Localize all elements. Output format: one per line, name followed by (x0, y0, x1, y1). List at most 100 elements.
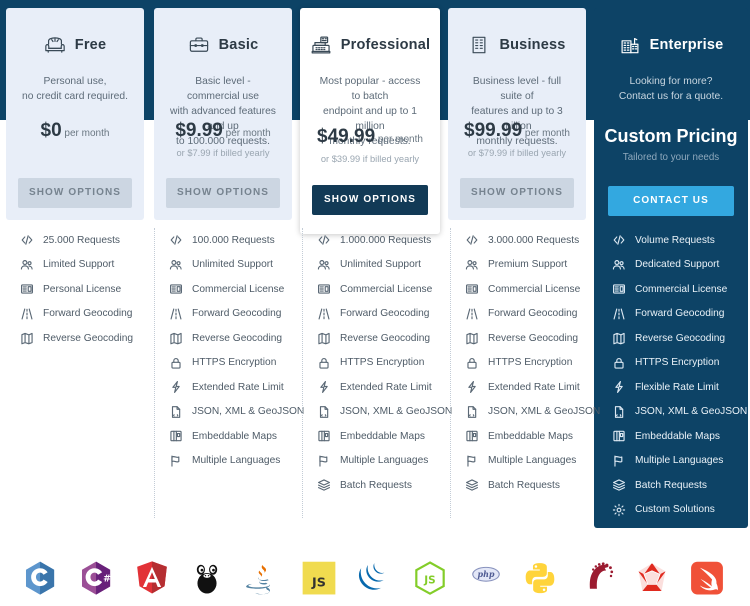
feature-item: 25.000 Requests (6, 228, 154, 253)
embed-map-icon (317, 429, 331, 443)
feature-label: Personal License (43, 283, 122, 295)
basic-cta-button[interactable]: SHOW OPTIONS (166, 178, 280, 208)
price-period: per month (222, 128, 271, 139)
feature-label: Commercial License (488, 283, 581, 295)
feature-item: JSON, XML & GeoJSON (451, 400, 600, 425)
feature-item: Flexible Rate Limit (598, 375, 748, 400)
bolt-icon (612, 380, 626, 394)
license-icon (612, 282, 626, 296)
armchair-icon (44, 34, 66, 56)
feature-item: Reverse Geocoding (6, 326, 154, 351)
feature-item: Custom Solutions (598, 498, 748, 523)
feature-label: JSON, XML & GeoJSON (192, 406, 305, 418)
feature-label: Unlimited Support (192, 259, 273, 271)
feature-item: Extended Rate Limit (303, 375, 450, 400)
feature-label: 3.000.000 Requests (488, 234, 580, 246)
feature-label: Reverse Geocoding (635, 332, 726, 344)
feature-item: HTTPS Encryption (303, 351, 450, 376)
feature-label: Extended Rate Limit (488, 381, 580, 393)
feature-label: Extended Rate Limit (340, 381, 432, 393)
code-icon (465, 233, 479, 247)
enterprise-cta-button[interactable]: CONTACT US (608, 186, 734, 216)
feature-label: Embeddable Maps (340, 430, 425, 442)
license-icon (20, 282, 34, 296)
embed-map-icon (612, 429, 626, 443)
users-icon (169, 258, 183, 272)
price-period: per month (522, 128, 570, 139)
price-amount: $99.99 (464, 120, 523, 141)
card-title: Free (74, 37, 107, 53)
code-icon (20, 233, 34, 247)
feature-label: Batch Requests (635, 479, 707, 491)
feature-item: Multiple Languages (155, 449, 302, 474)
business-cta-button[interactable]: SHOW OPTIONS (460, 178, 574, 208)
flag-icon (317, 454, 331, 468)
road-icon (612, 307, 626, 321)
java-logo (244, 559, 284, 603)
feature-item: Forward Geocoding (155, 302, 302, 327)
feature-list-enterprise: Volume Requests Dedicated Support Commerci… (598, 228, 748, 522)
professional-cta-button[interactable]: SHOW OPTIONS (312, 185, 428, 215)
feature-label: Embeddable Maps (192, 430, 277, 442)
file-code-icon (465, 405, 479, 419)
briefcase-icon (188, 34, 210, 56)
price-note: Tailored to your needs (622, 152, 720, 163)
feature-label: Flexible Rate Limit (635, 381, 719, 393)
card-title: Basic (218, 37, 259, 53)
feature-item: Forward Geocoding (598, 302, 748, 327)
users-icon (317, 258, 331, 272)
feature-item: Forward Geocoding (6, 302, 154, 327)
feature-label: 1.000.000 Requests (340, 234, 432, 246)
feature-item: 100.000 Requests (155, 228, 302, 253)
feature-item: Premium Support (451, 253, 598, 278)
users-icon (20, 258, 34, 272)
card-description: Looking for more? Contact us for a quote. (618, 76, 724, 102)
feature-label: Commercial License (635, 283, 728, 295)
price-line: $99.99 per month (448, 120, 586, 142)
feature-label: Premium Support (488, 259, 568, 271)
feature-item: Commercial License (598, 277, 748, 302)
feature-item: 1.000.000 Requests (303, 228, 450, 253)
map-icon (317, 331, 331, 345)
pricing-card-professional: Professional Most popular - access to bat… (300, 8, 440, 234)
road-icon (169, 307, 183, 321)
map-icon (465, 331, 479, 345)
feature-label: Commercial License (340, 283, 433, 295)
feature-label: Unlimited Support (340, 259, 421, 271)
price-line: $9.99 per month (154, 120, 292, 142)
lock-icon (317, 356, 331, 370)
svg-text:JS: JS (311, 574, 326, 589)
card-header: Enterprise Looking for more? Contact us fo… (594, 8, 748, 104)
price-line: $49.99 per month (300, 126, 440, 148)
bolt-icon (465, 380, 479, 394)
free-cta-button[interactable]: SHOW OPTIONS (18, 178, 132, 208)
ruby-logo (633, 559, 673, 603)
swift-logo (688, 559, 728, 603)
flag-icon (465, 454, 479, 468)
file-code-icon (169, 405, 183, 419)
file-code-icon (317, 405, 331, 419)
feature-item: Embeddable Maps (155, 424, 302, 449)
feature-label: JSON, XML & GeoJSON (340, 406, 453, 418)
price-period: per month (61, 128, 110, 139)
embed-map-icon (169, 429, 183, 443)
road-icon (317, 307, 331, 321)
lock-icon (465, 356, 479, 370)
users-icon (612, 258, 626, 272)
card-title-row: Basic (154, 30, 292, 60)
feature-item: Commercial License (451, 277, 598, 302)
code-icon (169, 233, 183, 247)
feature-label: HTTPS Encryption (340, 357, 425, 369)
embed-map-icon (465, 429, 479, 443)
layers-icon (317, 478, 331, 492)
card-title: Business (499, 37, 566, 53)
feature-label: Extended Rate Limit (192, 381, 284, 393)
building-icon (468, 34, 490, 56)
road-icon (20, 307, 34, 321)
card-description: Personal use, no credit card required. (22, 76, 128, 102)
file-code-icon (612, 405, 626, 419)
feature-item: JSON, XML & GeoJSON (155, 400, 305, 425)
feature-item: Embeddable Maps (303, 424, 450, 449)
layers-icon (612, 478, 626, 492)
feature-label: Reverse Geocoding (488, 332, 579, 344)
